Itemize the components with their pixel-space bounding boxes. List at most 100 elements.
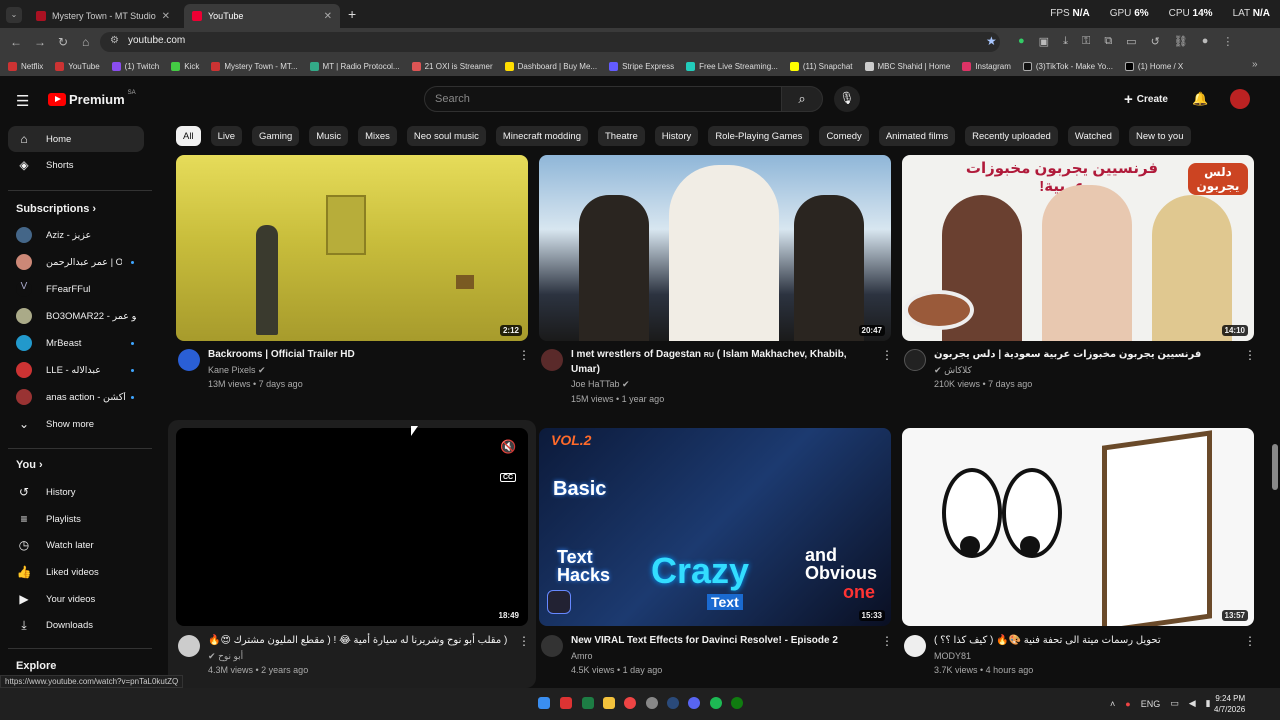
notifications-bell-icon[interactable]: 🔔 [1192,91,1208,107]
channel-name[interactable]: Amro [571,649,593,664]
video-title[interactable]: تحويل رسمات ميتة الى تحفة فنية 🎨🔥 ( كيف … [934,634,1234,648]
channel-avatar[interactable] [904,635,926,657]
video-title[interactable]: Backrooms | Official Trailer HD [208,348,498,362]
bookmark[interactable]: Netflix [8,61,43,71]
reload-icon[interactable]: ↻ [58,35,68,49]
excel-icon[interactable] [582,697,594,709]
bookmark[interactable]: MT | Radio Protocol... [309,61,400,71]
voice-search-button[interactable]: 🎙 [834,86,860,112]
home-icon[interactable]: ⌂ [82,35,89,49]
bookmark[interactable]: (3)TikTok - Make Yo... [1022,61,1113,71]
link-icon[interactable]: ⛓ [1174,35,1188,48]
language-indicator[interactable]: ENG [1141,699,1161,709]
chip[interactable]: New to you [1128,126,1191,146]
search-input[interactable]: Search [424,86,782,112]
youtube-logo[interactable]: Premium SA [48,90,136,107]
video-title[interactable]: New VIRAL Text Effects for Davinci Resol… [571,634,871,648]
bookmark[interactable]: Mystery Town - MT... [211,61,298,71]
tab-list-icon[interactable]: ⌄ [6,7,22,23]
card-icon[interactable]: ▭ [1126,35,1136,48]
chip[interactable]: Role-Playing Games [708,126,810,146]
extension-icon[interactable]: ● [1018,35,1025,48]
bookmark[interactable]: Stripe Express [609,61,674,71]
video-thumbnail[interactable]: 13:57 [902,428,1254,626]
sidebar-item-shorts[interactable]: ◈ Shorts [8,152,144,178]
forward-icon[interactable]: → [34,35,46,49]
subscription-item[interactable]: V FFearFFul [8,276,144,302]
more-options-icon[interactable]: ⋮ [518,348,530,362]
channel-avatar[interactable] [904,349,926,371]
key-icon[interactable]: ⚿ [1082,35,1090,48]
app-icon[interactable] [646,697,658,709]
bookmark[interactable]: (11) Snapchat [789,61,853,71]
video-title[interactable]: ( مقلب أبو نوح وشريرنا له سيارة أمية 😂 !… [208,634,508,648]
sidebar-item-playlists[interactable]: ≡ Playlists [8,506,144,532]
channel-avatar[interactable] [178,635,200,657]
menu-dots-icon[interactable]: ⋮ [1222,35,1233,48]
clock[interactable]: 9:24 PM 4/7/2026 [1214,693,1245,715]
tab-mystery-town[interactable]: Mystery Town - MT Studios | M ✕ [28,4,178,28]
close-tab-icon[interactable]: ✕ [162,11,170,22]
volume-icon[interactable]: ◀ [1189,698,1196,709]
history-icon[interactable]: ↺ [1151,35,1160,48]
subscription-item[interactable]: anas action - أنس أكشن [8,384,144,410]
app-icon[interactable] [560,697,572,709]
bookmark[interactable]: 21 OXI is Streamer [411,61,493,71]
spotify-icon[interactable] [710,697,722,709]
more-bookmarks-icon[interactable]: » [1252,59,1258,70]
close-tab-icon[interactable]: ✕ [324,11,332,22]
chip[interactable]: Gaming [252,126,300,146]
more-options-icon[interactable]: ⋮ [1244,348,1256,362]
profile-icon[interactable]: ● [1202,35,1209,48]
bookmark[interactable]: Kick [171,61,199,71]
chevron-up-icon[interactable]: ˄ [1110,699,1115,709]
channel-avatar[interactable] [541,349,563,371]
bookmark[interactable]: Instagram [962,61,1011,71]
hamburger-menu-icon[interactable]: ☰ [16,92,29,110]
you-heading[interactable]: You › [16,459,43,471]
sidebar-item-your-videos[interactable]: ▶ Your videos [8,586,144,612]
channel-name[interactable]: Joe HaTTab ✔ [571,377,630,392]
subscription-item[interactable]: LLE - عبدالاله [8,357,144,383]
search-button[interactable]: ⌕ [781,86,823,112]
xbox-icon[interactable] [731,697,743,709]
sidebar-item-liked[interactable]: 👍 Liked videos [8,559,144,585]
bookmark[interactable]: (1) Twitch [111,61,159,71]
create-button[interactable]: + Create [1124,88,1168,110]
chip[interactable]: Live [210,126,242,146]
bookmark-star-icon[interactable]: ★ [986,34,997,48]
steam-icon[interactable] [667,697,679,709]
more-options-icon[interactable]: ⋮ [1244,634,1256,648]
video-title[interactable]: I met wrestlers of Dagestan RU ( Islam M… [571,348,871,377]
video-thumbnail[interactable]: فرنسيين يجربون مخبوزات عربية! دلس يجربون… [902,155,1254,341]
chip[interactable]: Recently uploaded [965,126,1058,146]
bookmark[interactable]: Dashboard | Buy Me... [504,61,597,71]
address-bar[interactable]: youtube.com [100,32,1000,52]
file-explorer-icon[interactable] [603,697,615,709]
chip[interactable]: Music [309,126,349,146]
sidebar-item-downloads[interactable]: ⤓ Downloads [8,612,144,638]
more-options-icon[interactable]: ⋮ [518,634,530,648]
video-thumbnail[interactable]: VOL.2 Basic Text Hacks Crazy Text and Ob… [539,428,891,626]
video-thumbnail[interactable]: 20:47 [539,155,891,341]
chip[interactable]: All [176,126,201,146]
subscription-item[interactable]: Aziz - عزيز [8,222,144,248]
bookmark[interactable]: (1) Home / X [1124,61,1183,71]
page-scrollbar[interactable] [1270,122,1280,682]
puzzle-icon[interactable]: ▣ [1039,35,1049,48]
channel-avatar[interactable] [178,349,200,371]
new-tab-icon[interactable]: + [348,6,356,22]
bookmark[interactable]: Free Live Streaming... [686,61,778,71]
more-options-icon[interactable]: ⋮ [881,348,893,362]
channel-name[interactable]: ✔ أبو نوح [208,649,243,664]
bookmark[interactable]: YouTube [55,61,100,71]
subscription-item[interactable]: عمر عبدالرحمن | Om... [8,249,144,275]
video-thumbnail[interactable]: 2:12 [176,155,528,341]
tab-youtube[interactable]: YouTube ✕ [184,4,340,28]
subscriptions-heading[interactable]: Subscriptions › [16,203,96,215]
chip[interactable]: Minecraft modding [495,126,588,146]
chip[interactable]: Neo soul music [406,126,486,146]
sidebar-item-history[interactable]: ↺ History [8,479,144,505]
channel-name[interactable]: ✔ كلاكاش [934,363,972,378]
chip[interactable]: History [654,126,699,146]
